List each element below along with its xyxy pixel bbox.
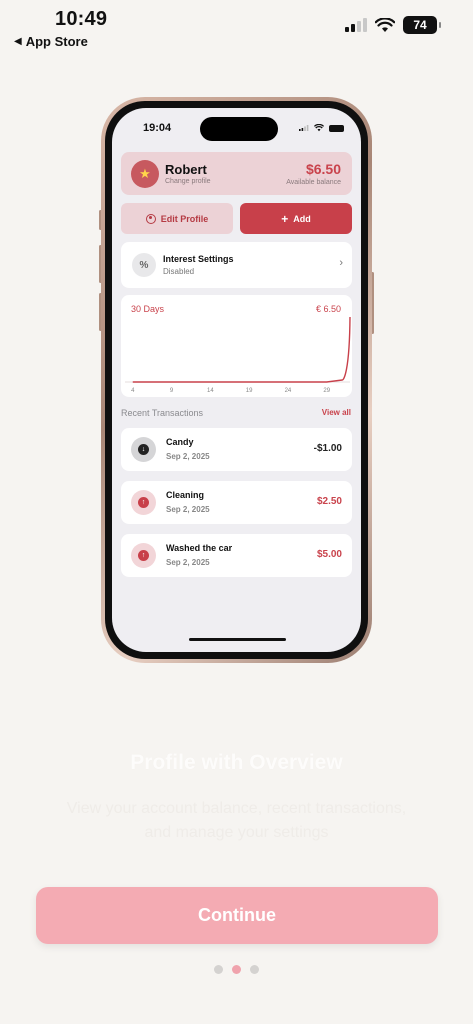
x-tick-label: 24 — [285, 388, 292, 394]
transaction-date: Sep 2, 2025 — [166, 452, 210, 461]
x-tick-label: 29 — [323, 388, 330, 394]
onboarding-title: Profile with Overview — [130, 751, 343, 774]
phone-battery-icon — [329, 124, 344, 132]
edit-profile-button[interactable]: Edit Profile — [121, 203, 233, 234]
phone-mockup: 19:04 ★ Robert Change profile $6.50 Avai… — [101, 97, 372, 663]
battery-indicator: 74 — [403, 16, 441, 34]
user-circle-icon — [145, 213, 156, 224]
arrow-up-icon: ↑ — [131, 490, 156, 515]
transaction-row[interactable]: ↑ Cleaning Sep 2, 2025 $2.50 — [121, 481, 352, 524]
transaction-amount: -$1.00 — [313, 443, 342, 454]
profile-card[interactable]: ★ Robert Change profile $6.50 Available … — [121, 152, 352, 195]
home-indicator — [189, 638, 286, 641]
x-tick-label: 9 — [170, 388, 174, 394]
phone-signal-icon — [299, 125, 309, 131]
edit-profile-label: Edit Profile — [160, 213, 209, 224]
back-arrow-icon: ◀ — [14, 36, 22, 47]
x-tick-label: 14 — [207, 388, 214, 394]
chart-value-label: € 6.50 — [315, 304, 341, 314]
transaction-row[interactable]: ↓ Candy Sep 2, 2025 -$1.00 — [121, 428, 352, 471]
add-label: Add — [293, 213, 311, 224]
dynamic-island — [200, 117, 278, 141]
interest-settings-row[interactable]: % Interest Settings Disabled › — [121, 242, 352, 288]
phone-screen: 19:04 ★ Robert Change profile $6.50 Avai… — [112, 108, 361, 652]
balance-amount: $6.50 — [305, 161, 341, 177]
interest-status: Disabled — [163, 267, 195, 276]
transaction-amount: $5.00 — [316, 549, 342, 560]
phone-status-icons — [299, 124, 344, 132]
recent-transactions-heading: Recent Transactions — [121, 408, 204, 418]
arrow-down-icon: ↓ — [131, 437, 156, 462]
balance-label: Available balance — [286, 179, 341, 186]
interest-settings-title: Interest Settings — [163, 254, 234, 264]
percent-icon: % — [132, 253, 156, 277]
page-dot — [250, 965, 259, 974]
transaction-date: Sep 2, 2025 — [166, 558, 210, 567]
view-all-link[interactable]: View all — [322, 408, 351, 417]
transaction-name: Washed the car — [166, 543, 233, 553]
cellular-signal-icon — [345, 18, 367, 32]
star-icon: ★ — [131, 160, 159, 188]
x-tick-label: 4 — [131, 388, 135, 394]
page-dot — [214, 965, 223, 974]
arrow-up-icon: ↑ — [131, 543, 156, 568]
wifi-icon — [375, 17, 395, 32]
back-to-app-store[interactable]: ◀ App Store — [14, 34, 88, 49]
transaction-row[interactable]: ↑ Washed the car Sep 2, 2025 $5.00 — [121, 534, 352, 577]
profile-name: Robert — [165, 162, 207, 177]
chart-period-label: 30 Days — [131, 304, 165, 314]
continue-button[interactable]: Continue — [36, 887, 438, 944]
x-tick-label: 19 — [246, 388, 253, 394]
transaction-name: Candy — [166, 437, 194, 447]
transaction-name: Cleaning — [166, 490, 205, 500]
transaction-date: Sep 2, 2025 — [166, 505, 210, 514]
back-label: App Store — [25, 34, 88, 49]
change-profile-link[interactable]: Change profile — [165, 178, 211, 185]
status-time: 10:49 — [55, 8, 108, 30]
status-icons: 74 — [345, 16, 441, 34]
transaction-amount: $2.50 — [316, 496, 342, 507]
page-indicator — [0, 965, 473, 974]
balance-series-line — [132, 316, 351, 383]
balance-chart-card: 4 9 14 19 24 29 30 Days € 6.50 — [121, 295, 352, 397]
add-button[interactable]: + Add — [240, 203, 352, 234]
chevron-right-icon: › — [339, 257, 343, 269]
page-dot-active — [232, 965, 241, 974]
onboarding-description: View your account balance, recent transa… — [66, 800, 407, 841]
phone-status-time: 19:04 — [143, 122, 172, 134]
phone-wifi-icon — [314, 124, 324, 132]
plus-icon: + — [281, 211, 289, 226]
